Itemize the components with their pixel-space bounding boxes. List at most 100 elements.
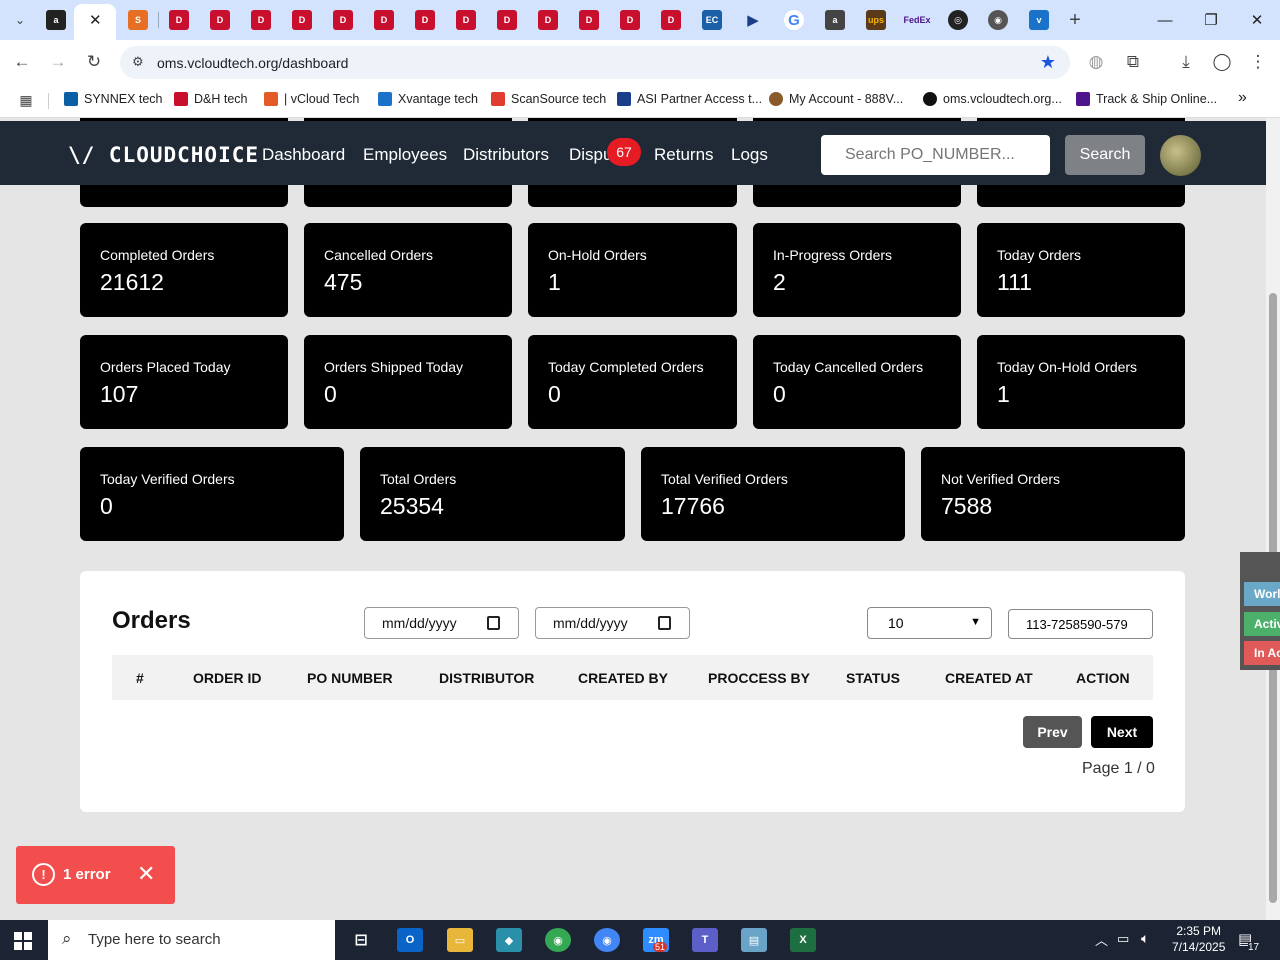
dh-icon[interactable]: D	[497, 10, 517, 30]
chrome-icon[interactable]: ◉	[594, 928, 620, 952]
bookmark-item[interactable]: Track & Ship Online...	[1076, 92, 1217, 106]
search-button[interactable]: Search	[1065, 135, 1145, 175]
vcloud-icon[interactable]: v	[1029, 10, 1049, 30]
restore-icon[interactable]: ❐	[1196, 8, 1226, 32]
calendar-icon[interactable]	[658, 616, 671, 630]
dh-icon[interactable]: D	[292, 10, 312, 30]
app-icon[interactable]: ▤	[741, 928, 767, 952]
network-icon[interactable]: ▭	[1117, 931, 1129, 947]
volume-icon[interactable]: 🔈︎	[1141, 930, 1149, 947]
minimize-icon[interactable]: —	[1150, 8, 1180, 32]
nav-employees[interactable]: Employees	[363, 145, 447, 165]
dh-icon[interactable]: D	[251, 10, 271, 30]
fedex-icon[interactable]: FedEx	[904, 10, 931, 30]
tray-chevron-up-icon[interactable]: ︿	[1095, 930, 1108, 949]
taskbar-search[interactable]: ⌕ Type here to search	[48, 920, 335, 960]
dh-icon[interactable]: D	[579, 10, 599, 30]
chrome-icon[interactable]: ◉	[988, 10, 1008, 30]
nav-disputes[interactable]: Dispu	[569, 145, 612, 165]
forward-icon[interactable]: →	[48, 52, 68, 72]
error-toast[interactable]: ! 1 error ✕	[16, 846, 175, 904]
po-search-input[interactable]	[821, 135, 1050, 175]
bookmark-item[interactable]: D&H tech	[174, 92, 248, 106]
address-bar[interactable]: ⚙ oms.vcloudtech.org/dashboard ★	[120, 46, 1070, 79]
page-size-select[interactable]: 10 ▼	[867, 607, 992, 639]
url-text[interactable]: oms.vcloudtech.org/dashboard	[157, 55, 348, 71]
date-from-input[interactable]: mm/dd/yyyy	[364, 607, 519, 639]
bookmarks-more-icon[interactable]: »	[1238, 89, 1247, 107]
window-close-icon[interactable]: ✕	[1242, 8, 1272, 32]
bookmark-star-icon[interactable]: ★	[1040, 52, 1056, 73]
calendar-icon[interactable]	[487, 616, 500, 630]
bookmark-item[interactable]: oms.vcloudtech.org...	[923, 92, 1062, 106]
outlook-icon[interactable]: O	[397, 928, 423, 952]
nav-dashboard[interactable]: Dashboard	[262, 145, 345, 165]
bookmark-item[interactable]: | vCloud Tech	[264, 92, 359, 106]
bookmark-item[interactable]: ASI Partner Access t...	[617, 92, 762, 106]
dh-icon[interactable]: D	[538, 10, 558, 30]
scansource-icon	[491, 92, 505, 106]
nav-returns[interactable]: Returns	[654, 145, 714, 165]
stat-label: Completed Orders	[100, 247, 215, 263]
close-icon[interactable]: ✕	[137, 861, 155, 887]
nav-logs[interactable]: Logs	[731, 145, 768, 165]
task-view-icon[interactable]: ⊟	[348, 928, 374, 952]
order-filter-input[interactable]: 113-7258590-579	[1008, 609, 1153, 639]
bookmark-item[interactable]: ScanSource tech	[491, 92, 606, 106]
bookmark-item[interactable]: SYNNEX tech	[64, 92, 163, 106]
next-page-button[interactable]: Next	[1091, 716, 1153, 748]
apps-grid-icon[interactable]: ▦	[16, 90, 36, 110]
status-tab-inactive[interactable]: In Ac	[1244, 641, 1280, 665]
dh-icon[interactable]: D	[620, 10, 640, 30]
new-tab-icon[interactable]: +	[1065, 9, 1085, 31]
openai-icon[interactable]: ◎	[948, 10, 968, 30]
tab-search-chevron-icon[interactable]: ⌄	[10, 10, 30, 30]
google-icon[interactable]: G	[784, 10, 804, 30]
nav-distributors[interactable]: Distributors	[463, 145, 549, 165]
dh-icon[interactable]: D	[456, 10, 476, 30]
menu-dots-icon[interactable]: ⋮	[1248, 52, 1268, 72]
profile-icon[interactable]: ◯	[1212, 52, 1232, 72]
scansource-icon[interactable]: S	[128, 10, 148, 30]
bookmark-item[interactable]: My Account - 888V...	[769, 92, 903, 106]
app-icon[interactable]: ◆	[496, 928, 522, 952]
active-tab[interactable]: ✕	[74, 4, 116, 40]
dh-icon[interactable]: D	[333, 10, 353, 30]
download-icon[interactable]: ⤓	[1176, 52, 1196, 72]
bookmark-item[interactable]: Xvantage tech	[378, 92, 478, 106]
play-icon[interactable]: ▶	[743, 10, 763, 30]
excel-icon[interactable]: X	[790, 928, 816, 952]
app-logo[interactable]: \/ CLOUDCHOICE	[68, 143, 259, 167]
dh-icon[interactable]: D	[210, 10, 230, 30]
amazon-icon[interactable]: a	[825, 10, 845, 30]
status-tab-active[interactable]: Activ	[1244, 612, 1280, 636]
stat-value: 25354	[380, 493, 444, 519]
site-info-icon[interactable]: ⚙	[132, 54, 144, 70]
close-icon[interactable]: ✕	[89, 11, 102, 29]
windows-start-icon[interactable]	[14, 932, 32, 950]
status-tab-working[interactable]: Worl	[1244, 582, 1280, 606]
stat-value: 0	[100, 493, 113, 519]
back-icon[interactable]: ←	[12, 52, 32, 72]
teams-icon[interactable]: T	[692, 928, 718, 952]
amazon-icon[interactable]: a	[46, 10, 66, 30]
avatar[interactable]	[1160, 135, 1201, 176]
dh-icon[interactable]: D	[661, 10, 681, 30]
dh-icon[interactable]: D	[169, 10, 189, 30]
extensions-icon[interactable]: ⧉	[1123, 52, 1143, 72]
page-scrollbar[interactable]	[1266, 118, 1280, 920]
stat-label: Today Verified Orders	[100, 471, 235, 487]
date-to-input[interactable]: mm/dd/yyyy	[535, 607, 690, 639]
search-icon: ⌕	[62, 929, 72, 948]
taskbar-clock[interactable]: 2:35 PM 7/14/2025	[1172, 923, 1225, 955]
reload-icon[interactable]: ↻	[84, 52, 104, 72]
dh-icon[interactable]: D	[374, 10, 394, 30]
ups-icon[interactable]: ups	[866, 10, 886, 30]
chrome-icon[interactable]: ◉	[545, 928, 571, 952]
ec-icon[interactable]: EC	[702, 10, 722, 30]
dh-icon[interactable]: D	[415, 10, 435, 30]
file-explorer-icon[interactable]: ▭	[447, 928, 473, 952]
translate-icon[interactable]: ◍	[1086, 52, 1106, 72]
prev-page-button[interactable]: Prev	[1023, 716, 1082, 748]
browser-tab-strip: ⌄ a ✕ S D D D D D D D D D D D D D EC ▶ G…	[0, 0, 1280, 40]
